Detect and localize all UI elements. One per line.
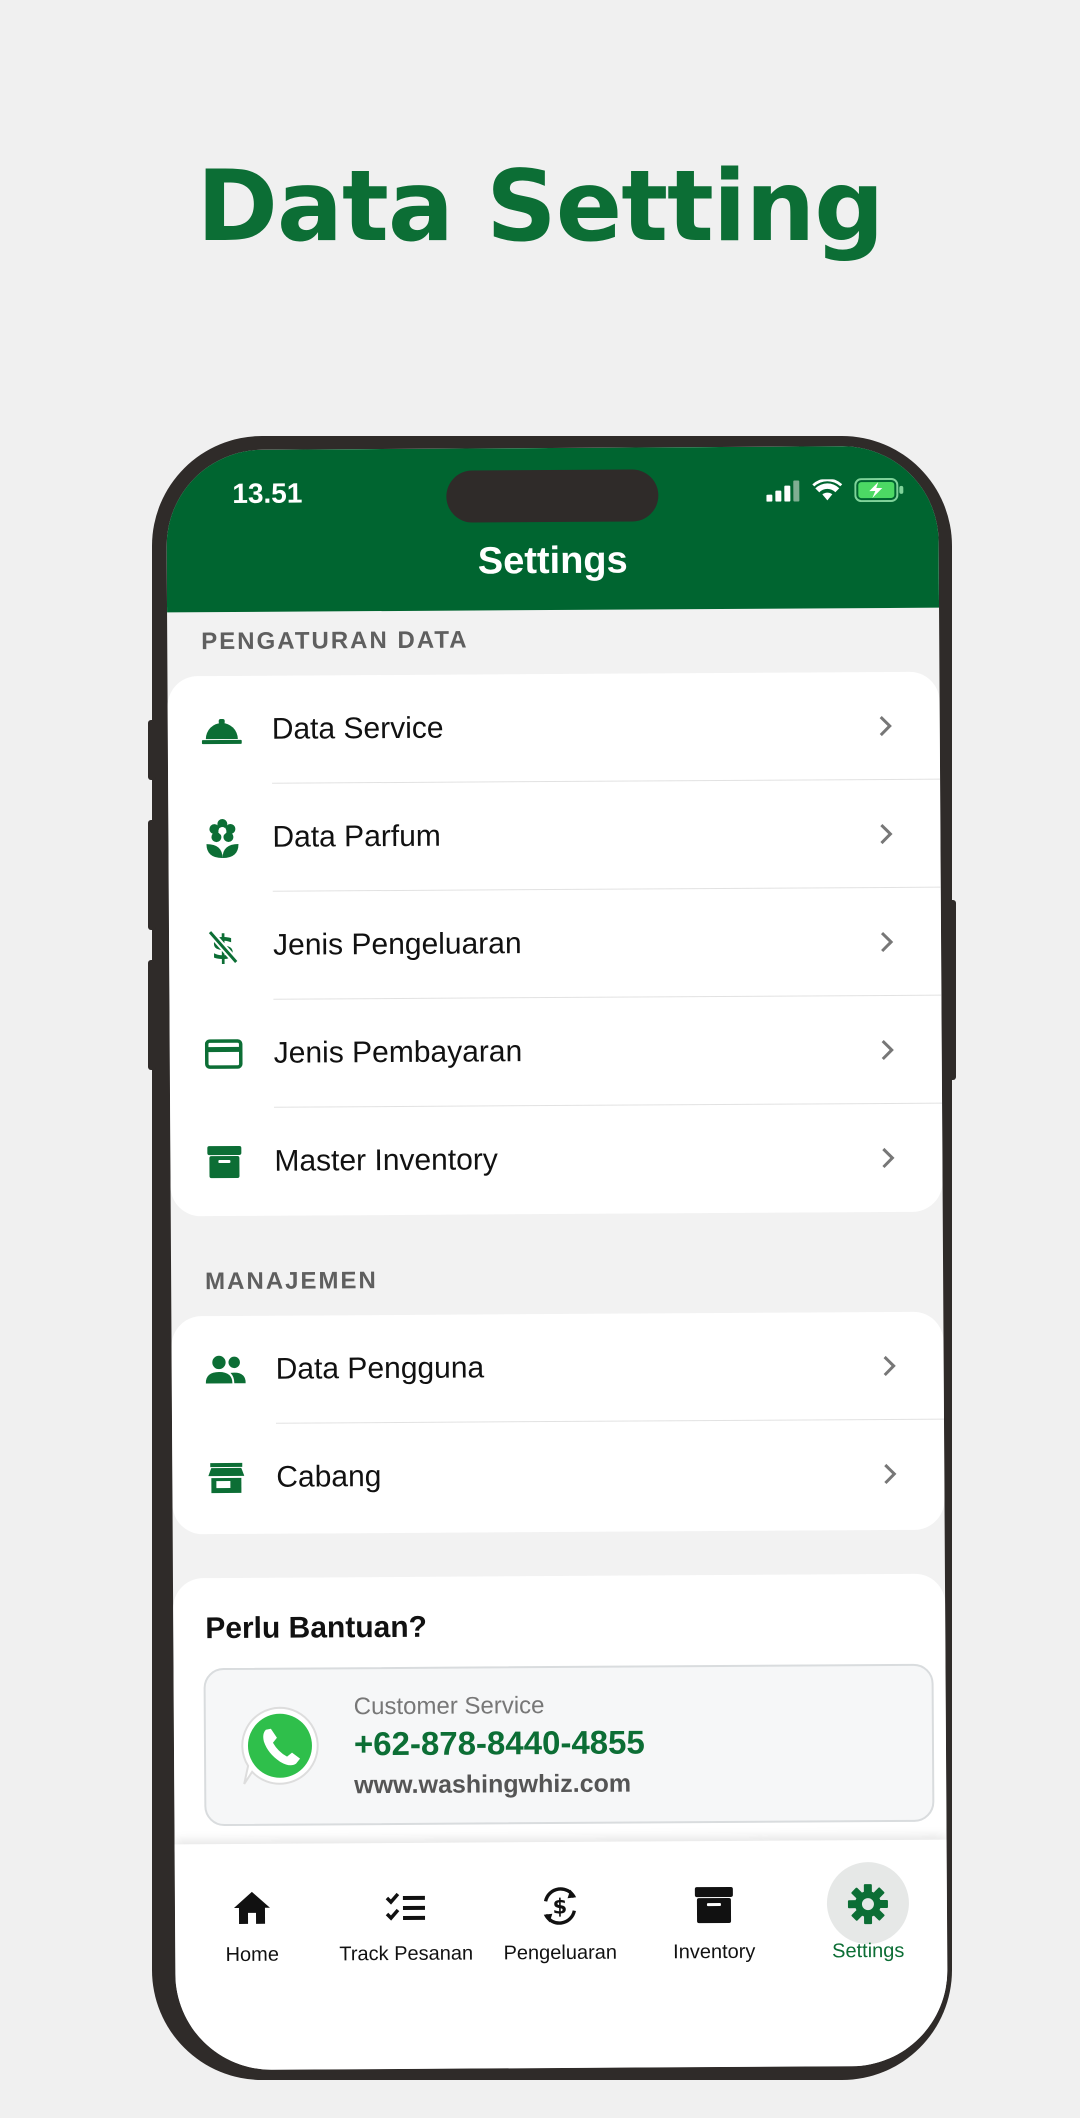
settings-card-manajemen: Data Pengguna Cabang: [171, 1311, 945, 1535]
page-headline: Data Setting: [196, 150, 885, 264]
settings-item-label: Jenis Pembayaran: [273, 1035, 523, 1070]
chevron-right-icon: [879, 715, 892, 737]
chevron-right-icon: [880, 931, 894, 953]
settings-item-data-pengguna[interactable]: Data Pengguna: [171, 1312, 944, 1425]
app-screen: 13.51 Settings PENGATURAN DATA Data Serv…: [166, 445, 948, 2071]
customer-service-caption: Customer Service: [353, 1692, 545, 1721]
chevron-right-icon: [883, 1355, 896, 1377]
phone-side-button: [148, 720, 156, 780]
settings-item-label: Jenis Pengeluaran: [272, 927, 522, 962]
customer-service-phone[interactable]: +62-878-8440-4855: [354, 1723, 645, 1763]
nav-label: Pengeluaran: [503, 1941, 618, 1965]
store-icon: [206, 1458, 246, 1498]
settings-item-master-inventory[interactable]: Master Inventory: [170, 1104, 943, 1217]
settings-item-label: Cabang: [276, 1460, 382, 1494]
customer-service-contact[interactable]: Customer Service +62-878-8440-4855 www.w…: [203, 1663, 935, 1827]
chevron-right-icon: [884, 1463, 897, 1485]
bottom-nav: Home Track Pesanan $ Pengeluaran Invento…: [174, 1839, 948, 2071]
section-label-pengaturan-data: PENGATURAN DATA: [201, 626, 469, 656]
chevron-right-icon: [882, 1147, 895, 1169]
section-label-manajemen: MANAJEMEN: [205, 1267, 378, 1296]
settings-item-jenis-pengeluaran[interactable]: $ Jenis Pengeluaran: [169, 888, 942, 1001]
nav-label: Inventory: [673, 1940, 756, 1964]
phone-side-button: [148, 820, 156, 930]
nav-home[interactable]: Home: [175, 1843, 330, 1984]
help-title: Perlu Bantuan?: [205, 1610, 428, 1646]
settings-item-data-service[interactable]: Data Service: [167, 672, 941, 785]
service-bell-icon: [201, 710, 242, 750]
settings-item-label: Data Parfum: [272, 819, 441, 854]
help-card: Perlu Bantuan? Customer Service +62-878-…: [172, 1573, 947, 1879]
nav-label: Track Pesanan: [339, 1942, 474, 1966]
status-icons: [766, 477, 904, 503]
battery-charging-icon: [854, 477, 904, 503]
settings-item-data-parfum[interactable]: Data Parfum: [168, 780, 941, 893]
dynamic-island: [446, 469, 659, 523]
settings-item-label: Master Inventory: [274, 1143, 498, 1178]
chevron-right-icon: [881, 1039, 894, 1061]
status-time: 13.51: [232, 477, 303, 509]
wifi-icon: [812, 479, 843, 501]
chevron-right-icon: [880, 823, 893, 845]
signal-icon: [766, 480, 800, 502]
archive-box-icon: [204, 1142, 244, 1182]
phone-side-button: [148, 960, 156, 1070]
flower-icon: [202, 818, 242, 859]
settings-item-label: Data Service: [271, 711, 444, 746]
nav-inventory[interactable]: Inventory: [637, 1841, 792, 1982]
nav-track-pesanan[interactable]: Track Pesanan: [329, 1842, 484, 1983]
phone-side-button: [948, 900, 956, 1080]
app-title: Settings: [477, 539, 628, 583]
nav-pengeluaran[interactable]: $ Pengeluaran: [483, 1842, 638, 1983]
credit-card-icon: [204, 1034, 244, 1074]
gear-icon: [846, 1882, 890, 1926]
customer-service-website[interactable]: www.washingwhiz.com: [354, 1770, 631, 1801]
checklist-icon: [384, 1885, 428, 1929]
settings-card-data: Data Service Data Parfum $: [167, 671, 943, 1217]
people-icon: [205, 1350, 246, 1390]
svg-text:$: $: [553, 1894, 568, 1919]
currency-exchange-icon: $: [538, 1884, 582, 1928]
app-bar: 13.51 Settings: [166, 445, 940, 613]
settings-item-cabang[interactable]: Cabang: [172, 1420, 945, 1533]
inventory-box-icon: [692, 1883, 736, 1927]
whatsapp-icon: [241, 1706, 319, 1785]
nav-settings[interactable]: Settings: [791, 1840, 946, 1981]
settings-item-label: Data Pengguna: [275, 1351, 485, 1386]
nav-label: Settings: [832, 1939, 905, 1963]
money-off-icon: $: [203, 926, 243, 966]
nav-label: Home: [225, 1943, 279, 1967]
settings-item-jenis-pembayaran[interactable]: Jenis Pembayaran: [169, 996, 943, 1109]
home-icon: [230, 1886, 274, 1930]
